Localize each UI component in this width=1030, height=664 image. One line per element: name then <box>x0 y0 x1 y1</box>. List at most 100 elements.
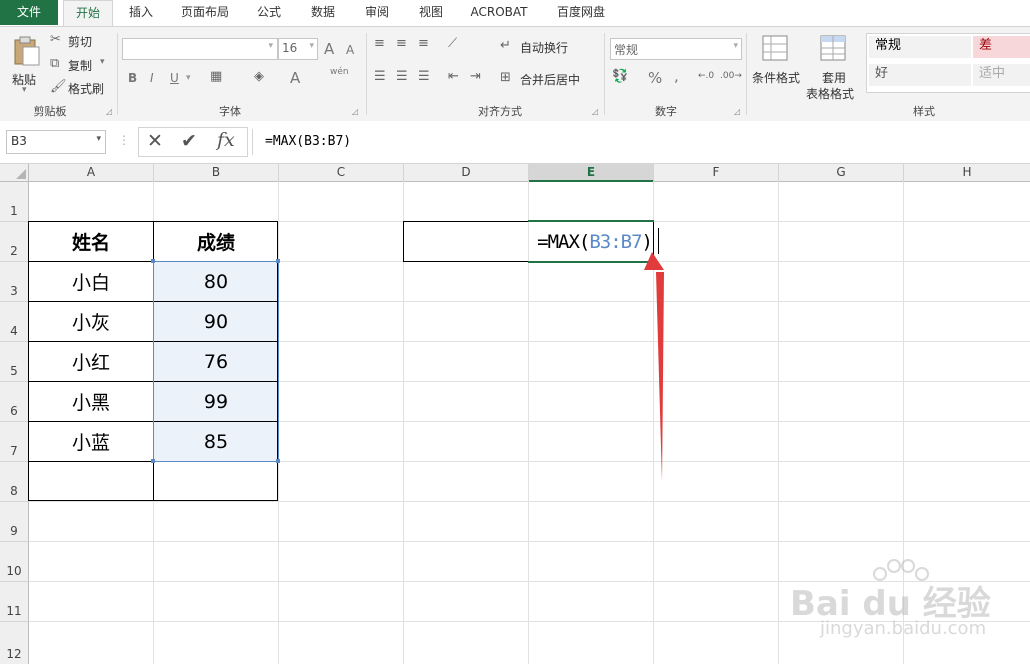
style-normal[interactable]: 常规 <box>869 36 971 58</box>
comma-button[interactable]: , <box>674 67 679 85</box>
name-box[interactable]: B3 ▾ <box>6 130 106 154</box>
style-neutral[interactable]: 适中 <box>973 64 1030 86</box>
percent-button[interactable]: % <box>648 69 662 87</box>
align-top-icon[interactable]: ≡ <box>374 36 385 51</box>
row-header-5[interactable]: 5 <box>0 342 29 382</box>
tab-acrobat[interactable]: ACROBAT <box>462 0 536 25</box>
currency-icon[interactable]: 💱 <box>612 69 628 84</box>
decrease-indent-icon[interactable]: ⇤ <box>448 69 459 84</box>
font-size-select[interactable]: 16 ▾ <box>278 38 318 60</box>
tab-formulas[interactable]: 公式 <box>246 0 292 25</box>
name-cell[interactable]: 小红 <box>29 342 153 381</box>
column-header-b[interactable]: B <box>154 164 279 182</box>
increase-indent-icon[interactable]: ⇥ <box>470 69 481 84</box>
number-launcher-icon[interactable]: ◿ <box>734 107 740 116</box>
row-header-12[interactable]: 12 <box>0 622 29 664</box>
number-group-label: 数字 <box>655 105 677 118</box>
merge-center-button[interactable]: 合并后居中 <box>520 71 580 88</box>
paste-dropdown-icon[interactable]: ▾ <box>22 85 27 95</box>
paste-button[interactable]: 粘贴 ▾ <box>8 33 44 99</box>
row-header-4[interactable]: 4 <box>0 302 29 342</box>
orientation-icon[interactable]: ⟋ <box>448 36 457 51</box>
copy-button[interactable]: 复制 <box>68 57 92 74</box>
tab-page-layout[interactable]: 页面布局 <box>172 0 238 25</box>
decrease-decimal-icon[interactable]: .00→ <box>720 71 742 81</box>
name-cell[interactable]: 小蓝 <box>29 422 153 461</box>
score-cell[interactable]: 99 <box>154 382 278 421</box>
style-good[interactable]: 好 <box>869 64 971 86</box>
underline-button[interactable]: U <box>170 71 179 85</box>
select-all-corner[interactable] <box>0 164 29 182</box>
increase-decimal-icon[interactable]: ←.0 <box>698 71 714 81</box>
align-center-icon[interactable]: ☰ <box>396 69 408 84</box>
row-header-6[interactable]: 6 <box>0 382 29 422</box>
tab-data[interactable]: 数据 <box>300 0 346 25</box>
row-header-9[interactable]: 9 <box>0 502 29 542</box>
style-bad[interactable]: 差 <box>973 36 1030 58</box>
shrink-font-button[interactable]: A <box>346 43 354 57</box>
enter-icon[interactable]: ✔ <box>181 130 197 152</box>
copy-dropdown-icon[interactable]: ▾ <box>100 57 105 67</box>
format-as-table-button[interactable]: 套用 表格格式 <box>806 33 862 103</box>
row-header-3[interactable]: 3 <box>0 262 29 302</box>
borders-icon[interactable]: ▦ <box>210 69 222 84</box>
tab-view[interactable]: 视图 <box>408 0 454 25</box>
font-name-select[interactable]: ▾ <box>122 38 278 60</box>
italic-button[interactable]: I <box>150 71 154 85</box>
row-header-2[interactable]: 2 <box>0 222 29 262</box>
wrap-text-button[interactable]: 自动换行 <box>520 39 568 56</box>
name-cell[interactable]: 小灰 <box>29 302 153 341</box>
tab-baidu-netdisk[interactable]: 百度网盘 <box>546 0 616 25</box>
insert-function-icon[interactable]: fx <box>217 129 235 151</box>
column-header-a[interactable]: A <box>29 164 154 182</box>
column-header-g[interactable]: G <box>779 164 904 182</box>
format-painter-icon: 🖌 <box>50 79 67 94</box>
score-cell[interactable]: 90 <box>154 302 278 341</box>
cut-button[interactable]: 剪切 <box>68 33 92 50</box>
header-cell-score[interactable]: 成绩 <box>154 222 278 261</box>
row-header-1[interactable]: 1 <box>0 182 29 222</box>
row-header-10[interactable]: 10 <box>0 542 29 582</box>
conditional-format-button[interactable]: 条件格式 <box>750 33 804 103</box>
alignment-launcher-icon[interactable]: ◿ <box>592 107 598 116</box>
column-header-d[interactable]: D <box>404 164 529 182</box>
row-header-8[interactable]: 8 <box>0 462 29 502</box>
name-cell[interactable]: 小黑 <box>29 382 153 421</box>
align-middle-icon[interactable]: ≡ <box>396 36 407 51</box>
column-header-f[interactable]: F <box>654 164 779 182</box>
column-header-h[interactable]: H <box>904 164 1030 182</box>
score-cell[interactable]: 76 <box>154 342 278 381</box>
column-header-c[interactable]: C <box>279 164 404 182</box>
font-color-button[interactable]: A <box>290 69 300 87</box>
phonetic-button[interactable]: wén <box>330 67 349 77</box>
name-cell[interactable]: 小白 <box>29 262 153 301</box>
tab-file[interactable]: 文件 <box>0 0 58 25</box>
column-header-e[interactable]: E <box>529 164 654 182</box>
align-left-icon[interactable]: ☰ <box>374 69 386 84</box>
chevron-down-icon[interactable]: ▾ <box>186 73 191 83</box>
bold-button[interactable]: B <box>128 71 137 85</box>
chevron-down-icon: ▾ <box>96 134 101 144</box>
font-launcher-icon[interactable]: ◿ <box>352 107 358 116</box>
clipboard-group-label: 剪贴板 <box>33 105 67 118</box>
score-cell[interactable]: 85 <box>154 422 278 461</box>
tab-review[interactable]: 审阅 <box>354 0 400 25</box>
grow-font-button[interactable]: A <box>324 40 334 58</box>
formula-input[interactable]: =MAX(B3:B7) <box>252 129 1030 155</box>
row-header-7[interactable]: 7 <box>0 422 29 462</box>
align-bottom-icon[interactable]: ≡ <box>418 36 429 51</box>
tab-insert[interactable]: 插入 <box>118 0 164 25</box>
number-format-select[interactable]: 常规 ▾ <box>610 38 742 60</box>
header-cell-name[interactable]: 姓名 <box>29 222 153 261</box>
cancel-icon[interactable]: ✕ <box>147 130 163 152</box>
fill-color-icon[interactable]: ◈ <box>254 69 264 84</box>
format-painter-button[interactable]: 格式刷 <box>68 80 104 97</box>
row-header-11[interactable]: 11 <box>0 582 29 622</box>
tab-home[interactable]: 开始 <box>63 0 113 26</box>
row-number: 5 <box>10 364 18 378</box>
score-cell[interactable]: 80 <box>154 262 278 301</box>
editing-cell-e2[interactable]: =MAX(B3:B7) <box>404 222 653 261</box>
clipboard-launcher-icon[interactable]: ◿ <box>106 107 112 116</box>
align-right-icon[interactable]: ☰ <box>418 69 430 84</box>
divider <box>117 33 118 115</box>
